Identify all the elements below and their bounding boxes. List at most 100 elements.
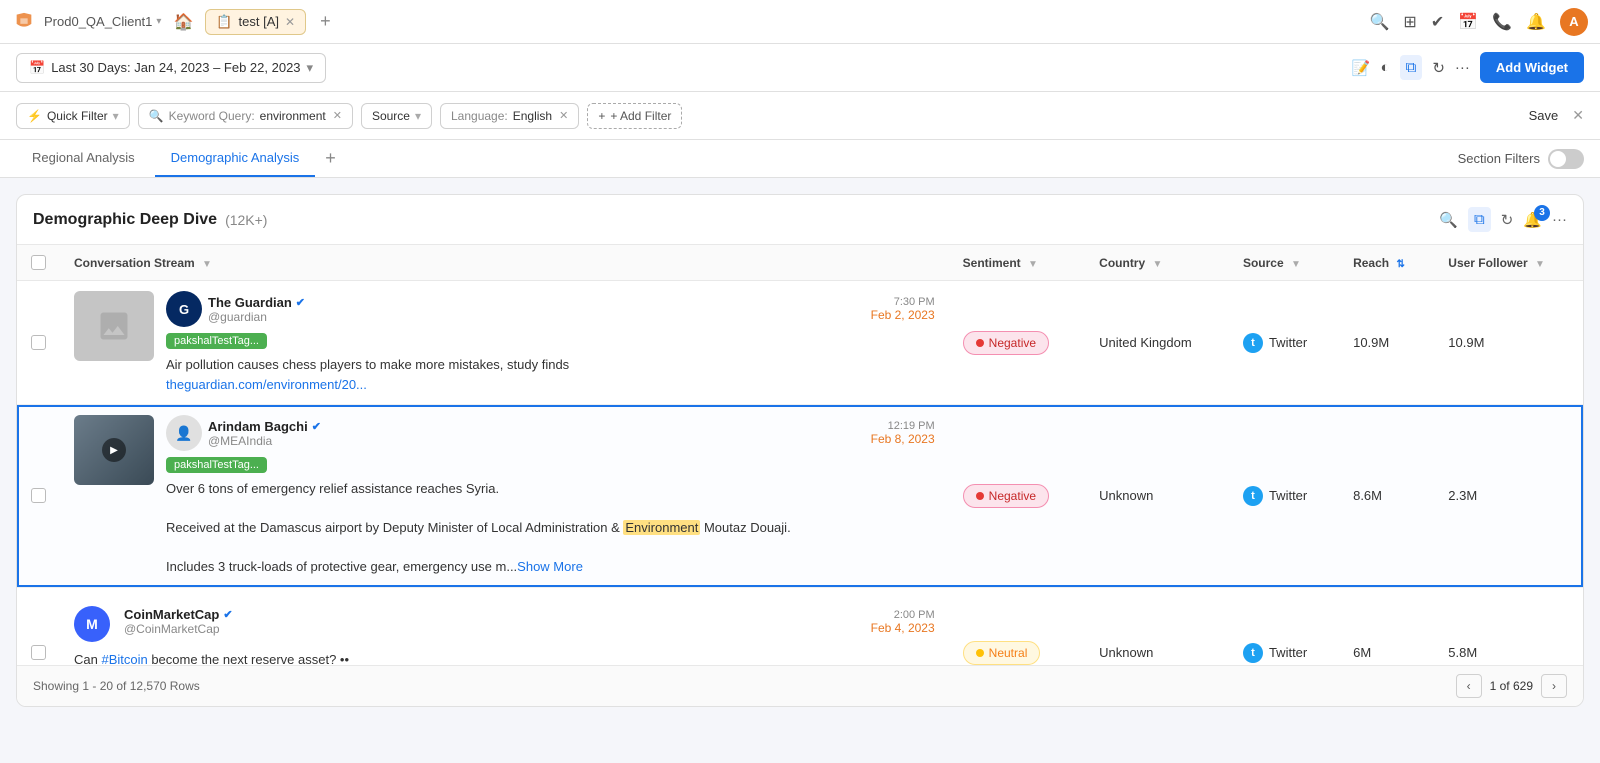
widget-card: Demographic Deep Dive (12K+) 🔍 ⧉ ↻ 🔔 3 ·… [16, 194, 1584, 707]
notification-badge[interactable]: 🔔 3 [1523, 211, 1542, 229]
calendar-icon[interactable]: 📅 [1458, 12, 1478, 32]
language-filter-close[interactable]: ✕ [559, 109, 568, 122]
row2-conversation-cell: ▶ 👤 Arindam Bagchi ✔ [60, 405, 949, 588]
date-chevron-icon: ▾ [307, 60, 314, 76]
sentiment-sort-icon: ▼ [1028, 259, 1038, 270]
quick-filter-chevron: ▾ [113, 109, 119, 123]
row1-verified-icon: ✔ [296, 296, 305, 309]
row2-time: 12:19 PM Feb 8, 2023 [871, 420, 935, 446]
conversation-column-header[interactable]: Conversation Stream ▼ [60, 245, 949, 281]
filter-icon[interactable]: ⧉ [1400, 55, 1423, 80]
row3-checkbox-cell[interactable] [17, 587, 60, 665]
row-count-label: Showing 1 - 20 of 12,570 Rows [33, 679, 200, 693]
row1-text: Air pollution causes chess players to ma… [166, 355, 935, 394]
row2-text: Over 6 tons of emergency relief assistan… [166, 479, 935, 577]
row1-link[interactable]: theguardian.com/environment/20... [166, 377, 367, 392]
row1-checkbox[interactable] [31, 335, 46, 350]
save-button[interactable]: Save [1523, 108, 1565, 123]
data-table-wrap: Conversation Stream ▼ Sentiment ▼ Countr… [17, 245, 1583, 665]
widget-header-icons: 🔍 ⧉ ↻ 🔔 3 ··· [1439, 207, 1567, 232]
prev-page-button[interactable]: ‹ [1456, 674, 1482, 698]
save-close-icon[interactable]: ✕ [1572, 107, 1584, 124]
add-widget-button[interactable]: Add Widget [1480, 52, 1584, 83]
search-icon[interactable]: 🔍 [1370, 12, 1390, 32]
widget-refresh-icon[interactable]: ↻ [1501, 211, 1514, 229]
toggle-knob [1550, 151, 1566, 167]
main-content: Demographic Deep Dive (12K+) 🔍 ⧉ ↻ 🔔 3 ·… [0, 178, 1600, 723]
quick-filter-button[interactable]: ⚡ Quick Filter ▾ [16, 103, 130, 129]
home-icon[interactable]: 🏠 [173, 12, 193, 32]
topbar-icons: 🔍 ⊞ ✔ 📅 📞 🔔 A [1370, 8, 1589, 36]
tasks-icon[interactable]: ✔ [1431, 12, 1444, 32]
row1-tag: pakshalTestTag... [166, 333, 267, 349]
row3-author-name: CoinMarketCap ✔ [124, 607, 865, 622]
row1-source-cell: t Twitter [1229, 281, 1339, 405]
section-filters-toggle[interactable] [1548, 149, 1584, 169]
filter-icon: ⚡ [27, 109, 42, 123]
show-more-link[interactable]: Show More [517, 559, 583, 574]
user-follower-sort-icon: ▼ [1535, 259, 1545, 270]
row3-author-handle: @CoinMarketCap [124, 622, 865, 636]
refresh-icon[interactable]: ↻ [1432, 59, 1445, 77]
add-tab-button[interactable]: + [319, 142, 342, 175]
sentiment-dot [976, 492, 984, 500]
next-page-button[interactable]: › [1541, 674, 1567, 698]
tab-close-icon[interactable]: ✕ [285, 15, 295, 29]
user-follower-column-header[interactable]: User Follower ▼ [1434, 245, 1583, 281]
select-all-checkbox[interactable] [31, 255, 46, 270]
source-sort-icon: ▼ [1291, 259, 1301, 270]
workspace-label[interactable]: Prod0_QA_Client1 ▾ [44, 14, 161, 29]
row2-checkbox[interactable] [31, 488, 46, 503]
plus-icon: + [598, 109, 605, 123]
row3-conversation-cell: M CoinMarketCap ✔ @CoinMa [60, 587, 949, 665]
play-button[interactable]: ▶ [102, 438, 126, 462]
keyword-filter-close[interactable]: ✕ [333, 109, 342, 122]
row2-sentiment-badge: Negative [963, 484, 1049, 508]
row1-country-cell: United Kingdom [1085, 281, 1229, 405]
add-tab-button[interactable]: + [314, 11, 337, 32]
widget-filter-icon[interactable]: ⧉ [1468, 207, 1491, 232]
bitcoin-hashtag[interactable]: #Bitcoin [101, 652, 147, 666]
phone-icon[interactable]: 📞 [1492, 12, 1512, 32]
row3-source-cell: t Twitter [1229, 587, 1339, 665]
grid-icon[interactable]: ⊞ [1403, 12, 1416, 32]
bell-icon[interactable]: 🔔 [1526, 12, 1546, 32]
sentiment-column-header[interactable]: Sentiment ▼ [949, 245, 1085, 281]
row1-checkbox-cell[interactable] [17, 281, 60, 405]
row3-time: 2:00 PM Feb 4, 2023 [871, 609, 935, 635]
row3-verified-icon: ✔ [223, 608, 232, 621]
sentiment-dot [976, 649, 984, 657]
source-column-header[interactable]: Source ▼ [1229, 245, 1339, 281]
row2-checkbox-cell[interactable] [17, 405, 60, 588]
date-range-picker[interactable]: 📅 Last 30 Days: Jan 24, 2023 – Feb 22, 2… [16, 53, 326, 83]
notes-icon[interactable]: 📝 [1352, 59, 1371, 77]
row1-conversation-cell: G The Guardian ✔ @guardian [60, 281, 949, 405]
row3-user-follower-cell: 5.8M [1434, 587, 1583, 665]
user-avatar[interactable]: A [1560, 8, 1588, 36]
row2-sentiment-cell: Negative [949, 405, 1085, 588]
row1-sentiment-cell: Negative [949, 281, 1085, 405]
view-toggle-icon[interactable]: ◐ [1381, 59, 1390, 76]
widget-header: Demographic Deep Dive (12K+) 🔍 ⧉ ↻ 🔔 3 ·… [17, 195, 1583, 245]
source-filter-chip[interactable]: Source ▾ [361, 103, 432, 129]
row1-sentiment-badge: Negative [963, 331, 1049, 355]
widget-search-icon[interactable]: 🔍 [1439, 211, 1458, 229]
row3-checkbox[interactable] [31, 645, 46, 660]
twitter-icon: t [1243, 486, 1263, 506]
search-icon: 🔍 [149, 109, 164, 123]
row2-author-handle: @MEAIndia [208, 434, 865, 448]
country-column-header[interactable]: Country ▼ [1085, 245, 1229, 281]
add-filter-button[interactable]: + + Add Filter [587, 103, 682, 129]
widget-more-icon[interactable]: ··· [1552, 211, 1567, 228]
select-all-header[interactable] [17, 245, 60, 281]
active-tab[interactable]: 📋 test [A] ✕ [205, 9, 306, 35]
conversation-sort-icon: ▼ [202, 259, 212, 270]
more-icon[interactable]: ··· [1455, 59, 1470, 76]
tab-demographic-analysis[interactable]: Demographic Analysis [155, 140, 316, 177]
tab-regional-analysis[interactable]: Regional Analysis [16, 140, 151, 177]
table-row: ▶ 👤 Arindam Bagchi ✔ [17, 405, 1583, 588]
table-footer: Showing 1 - 20 of 12,570 Rows ‹ 1 of 629… [17, 665, 1583, 706]
reach-column-header[interactable]: Reach ⇅ [1339, 245, 1434, 281]
row2-conv-body: 👤 Arindam Bagchi ✔ @MEAIndia [166, 415, 935, 577]
row3-conv-body: M CoinMarketCap ✔ @CoinMa [74, 598, 935, 666]
